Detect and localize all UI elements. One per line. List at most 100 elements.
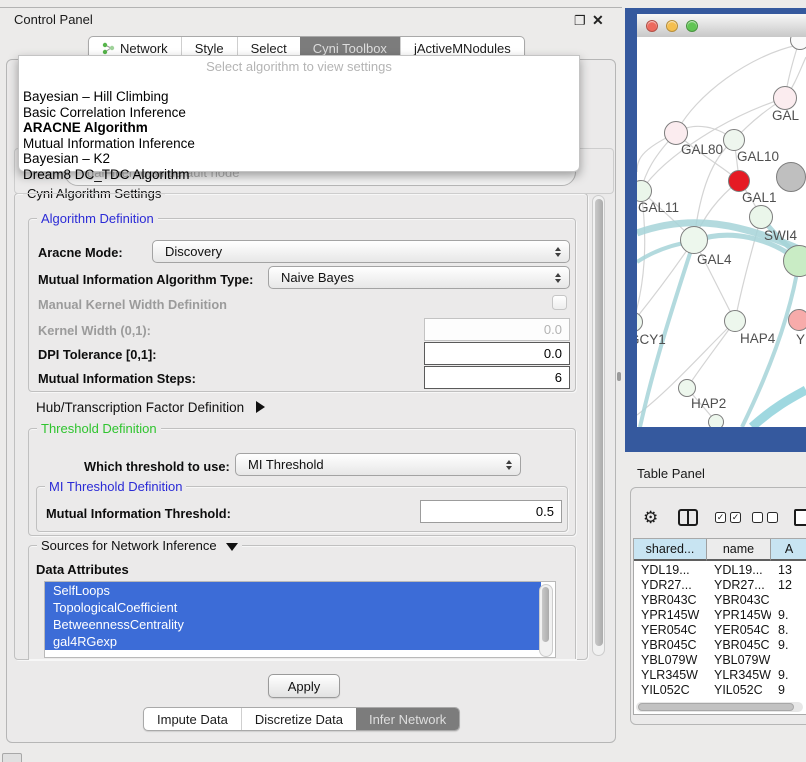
window-minimize-icon[interactable] — [666, 20, 678, 32]
table-cell[interactable]: YER054C — [634, 623, 707, 638]
column-header-shared-name[interactable]: shared... — [634, 539, 707, 561]
table-row[interactable]: YLR345WYLR345W9. — [634, 668, 806, 683]
table-row[interactable]: YBR043CYBR043C — [634, 593, 806, 608]
algorithm-option-bayesian-hill-climbing[interactable]: Bayesian – Hill Climbing — [19, 89, 579, 105]
collapsed-panel-button[interactable] — [2, 753, 22, 762]
network-node-gal[interactable] — [773, 86, 797, 110]
table-cell[interactable]: YLR345W — [707, 668, 771, 683]
table-cell[interactable]: YDL19... — [634, 563, 707, 578]
apply-button[interactable]: Apply — [268, 674, 340, 698]
column-layout-icon[interactable] — [678, 509, 698, 526]
table-cell[interactable]: 9. — [771, 608, 806, 623]
table-cell[interactable]: YBR043C — [707, 593, 771, 608]
dpi-tolerance-label: DPI Tolerance [0,1]: — [38, 347, 157, 362]
dpi-tolerance-field[interactable]: 0.0 — [424, 342, 570, 365]
attribute-item-topologicalcoefficient[interactable]: TopologicalCoefficient — [45, 599, 541, 616]
table-cell[interactable]: YIL052C — [634, 683, 707, 698]
which-threshold-label: Which threshold to use: — [84, 459, 230, 474]
table-cell[interactable]: YBR043C — [634, 593, 707, 608]
kernel-width-field[interactable]: 0.0 — [424, 318, 570, 341]
table-row[interactable]: YDL19...YDL19...13 — [634, 563, 806, 578]
screenshot-root: Control Panel ❐ ✕ Network Style Select C… — [0, 0, 806, 762]
column-header-partial[interactable]: A — [771, 539, 806, 561]
table-hscrollbar-thumb[interactable] — [638, 703, 794, 711]
table-cell[interactable]: YLR345W — [634, 668, 707, 683]
table-cell[interactable] — [771, 593, 806, 608]
table-row[interactable]: YBR045CYBR045C9. — [634, 638, 806, 653]
gear-icon[interactable]: ⚙ — [643, 508, 658, 528]
network-window-titlebar[interactable] — [637, 14, 806, 38]
mi-algorithm-type-combobox[interactable]: Naive Bayes — [268, 266, 570, 289]
table-cell[interactable] — [771, 653, 806, 668]
tab-impute-data[interactable]: Impute Data — [144, 708, 241, 730]
window-close-icon[interactable] — [646, 20, 658, 32]
table-cell[interactable]: 8. — [771, 623, 806, 638]
table-cell[interactable]: YDR27... — [634, 578, 707, 593]
table-cell[interactable]: YIL052C — [707, 683, 771, 698]
algorithm-option-aracne[interactable]: ARACNE Algorithm — [19, 120, 579, 136]
tab-infer-network[interactable]: Infer Network — [356, 708, 459, 730]
tab-select-label: Select — [251, 41, 287, 56]
algorithm-option-basic-correlation[interactable]: Basic Correlation Inference — [19, 105, 579, 121]
deselect-all-icon[interactable] — [752, 512, 778, 523]
table-cell[interactable]: YBL079W — [634, 653, 707, 668]
table-cell[interactable]: 9 — [771, 683, 806, 698]
mi-steps-field[interactable]: 6 — [424, 366, 570, 389]
network-node[interactable] — [776, 162, 806, 192]
table-row[interactable]: YBL079WYBL079W — [634, 653, 806, 668]
table-row[interactable]: YPR145WYPR145W9. — [634, 608, 806, 623]
hub-definition-toggle[interactable]: Hub/Transcription Factor Definition — [36, 400, 265, 415]
table-row[interactable]: YDR27...YDR27...12 — [634, 578, 806, 593]
table-cell[interactable]: YDL19... — [707, 563, 771, 578]
table-cell[interactable]: YBL079W — [707, 653, 771, 668]
network-node-hap4[interactable] — [724, 310, 746, 332]
table-rows: YDL19...YDL19...13YDR27...YDR27...12YBR0… — [634, 561, 806, 698]
table-cell[interactable]: YPR145W — [707, 608, 771, 623]
column-header-name[interactable]: name — [707, 539, 771, 561]
table-hscrollbar-track[interactable] — [636, 702, 803, 712]
panel-resize-handle[interactable] — [617, 372, 621, 381]
settings-scrollbar-track[interactable] — [592, 195, 605, 656]
table-cell[interactable]: YPR145W — [634, 608, 707, 623]
collapse-down-icon[interactable] — [226, 543, 238, 551]
table-row[interactable]: YIL052CYIL052C9 — [634, 683, 806, 698]
which-threshold-combobox[interactable]: MI Threshold — [235, 453, 521, 476]
attribute-item-betweennesscentrality[interactable]: BetweennessCentrality — [45, 616, 541, 633]
table-cell[interactable]: YER054C — [707, 623, 771, 638]
window-zoom-icon[interactable] — [686, 20, 698, 32]
table-cell[interactable]: YBR045C — [634, 638, 707, 653]
close-panel-icon[interactable]: ✕ — [592, 12, 604, 29]
network-node-gal10[interactable] — [723, 129, 745, 151]
new-table-icon[interactable] — [794, 509, 806, 526]
network-node[interactable] — [708, 414, 724, 427]
table-cell[interactable]: YBR045C — [707, 638, 771, 653]
algorithm-option-mutual-information[interactable]: Mutual Information Inference — [19, 136, 579, 152]
table-header-row: shared... name A — [634, 539, 806, 561]
network-node-y[interactable] — [788, 309, 806, 331]
float-panel-icon[interactable]: ❐ — [574, 13, 586, 29]
aracne-mode-combobox[interactable]: Discovery — [152, 240, 570, 263]
mi-threshold-field[interactable]: 0.5 — [420, 500, 562, 523]
attribute-item-gal4rgexp[interactable]: gal4RGexp — [45, 633, 541, 650]
network-node-gal4[interactable] — [680, 226, 708, 254]
algorithm-option-dream8[interactable]: Dream8 DC_TDC Algorithm — [19, 167, 579, 183]
manual-kernel-width-checkbox[interactable] — [552, 295, 567, 310]
select-all-icon[interactable]: ✓ ✓ — [715, 512, 741, 523]
network-node-label: HAP4 — [740, 331, 775, 346]
table-row[interactable]: YER054CYER054C8. — [634, 623, 806, 638]
table-cell[interactable]: 9. — [771, 638, 806, 653]
network-canvas[interactable]: GALGAL80GAL10GAL1GAL11SWI4GAL4GCY1HAP4YH… — [637, 37, 806, 427]
attribute-list-scrollbar-track[interactable] — [539, 584, 553, 657]
network-node-gal1[interactable] — [749, 205, 773, 229]
table-cell[interactable]: 9. — [771, 668, 806, 683]
table-cell[interactable]: 13 — [771, 563, 806, 578]
tab-discretize-data[interactable]: Discretize Data — [241, 708, 356, 730]
network-node[interactable] — [728, 170, 750, 192]
attribute-list-scrollbar-thumb[interactable] — [542, 587, 549, 642]
network-node-hap2[interactable] — [678, 379, 696, 397]
table-cell[interactable]: YDR27... — [707, 578, 771, 593]
table-cell[interactable]: 12 — [771, 578, 806, 593]
algorithm-option-bayesian-k2[interactable]: Bayesian – K2 — [19, 151, 579, 167]
attribute-item-selfloops[interactable]: SelfLoops — [45, 582, 541, 599]
settings-scrollbar-thumb[interactable] — [595, 199, 603, 646]
